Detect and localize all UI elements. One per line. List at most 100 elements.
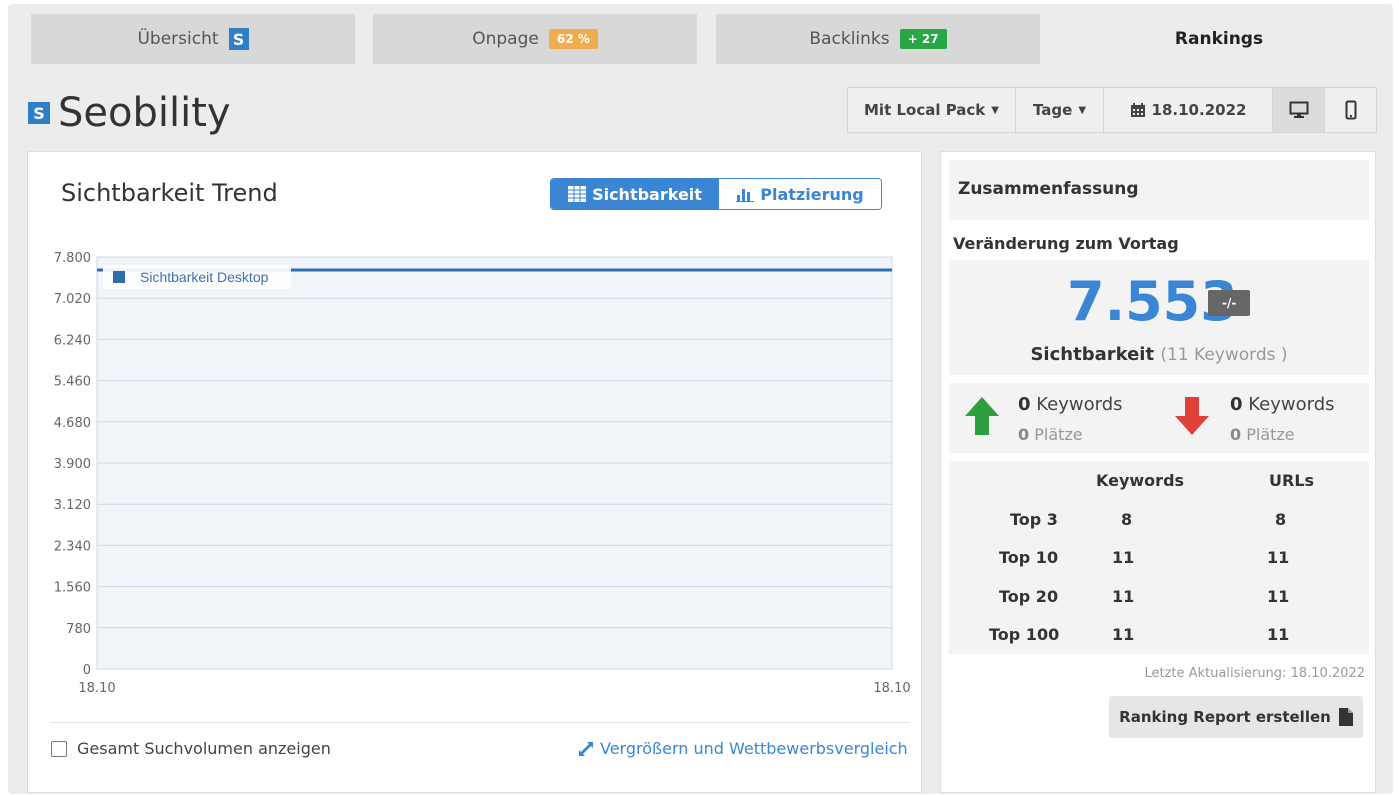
tab-backlinks[interactable]: Backlinks + 27 — [716, 14, 1040, 64]
table-header-urls: URLs — [1269, 471, 1315, 490]
tab-label: Rankings — [1174, 29, 1264, 49]
panel-divider — [50, 722, 910, 723]
up-keywords: 0 Keywords — [1018, 394, 1123, 415]
last-update-text: Letzte Aktualisierung: 18.10.2022 — [1144, 666, 1365, 681]
y-tick-label: 2.340 — [54, 539, 91, 554]
up-places-label: Plätze — [1034, 425, 1083, 444]
row-keywords: 8 — [1121, 510, 1133, 529]
document-icon — [1338, 708, 1353, 726]
enlarge-compare-link[interactable]: Vergrößern und Wettbewerbsvergleich — [578, 739, 908, 758]
y-tick-label: 0 — [83, 663, 91, 678]
visibility-score-label: Sichtbarkeit (11 Keywords ) — [949, 344, 1369, 365]
visibility-mode-button[interactable]: Sichtbarkeit — [551, 179, 719, 209]
summary-subtitle: Veränderung zum Vortag — [953, 234, 1179, 253]
row-urls: 8 — [1275, 510, 1287, 529]
tab-onpage[interactable]: Onpage 62 % — [373, 14, 697, 64]
row-urls: 11 — [1267, 548, 1290, 567]
seobility-logo-icon: S — [228, 28, 249, 50]
row-label: Top 20 — [999, 587, 1059, 606]
chart-mode-toggle: Sichtbarkeit Platzierung — [550, 178, 882, 210]
up-places-count: 0 — [1018, 425, 1030, 444]
chart-panel-title: Sichtbarkeit Trend — [61, 179, 278, 207]
down-keywords: 0 Keywords — [1230, 394, 1335, 415]
caret-down-icon: ▼ — [991, 104, 999, 116]
y-tick-label: 7.020 — [54, 292, 91, 307]
tab-label: Übersicht — [137, 29, 219, 49]
y-tick-label: 1.560 — [54, 581, 91, 596]
y-tick-label: 4.680 — [54, 416, 91, 431]
x-tick-label: 18.10 — [78, 681, 115, 696]
keyword-movement-box: 0 Keywords 0 Plätze 0 Keywords 0 Plätze — [949, 383, 1369, 453]
top-rankings-table: Keywords URLs Top 3 8 8 Top 10 11 11 Top… — [949, 461, 1369, 654]
up-places: 0 Plätze — [1018, 425, 1083, 444]
summary-panel: Zusammenfassung Veränderung zum Vortag 7… — [940, 151, 1376, 793]
onpage-score-badge: 62 % — [548, 29, 598, 49]
down-places: 0 Plätze — [1230, 425, 1295, 444]
row-urls: 11 — [1267, 587, 1290, 606]
arrow-down-icon — [1175, 397, 1209, 435]
table-header-keywords: Keywords — [1096, 471, 1185, 490]
project-logo: S Seobility — [28, 90, 231, 136]
ranking-toolbar: Mit Local Pack ▼ Tage ▼ 18.10.2022 — [847, 87, 1377, 133]
up-keywords-count: 0 — [1018, 394, 1031, 415]
visibility-label: Sichtbarkeit — [1030, 344, 1155, 365]
arrow-up-icon — [965, 397, 999, 435]
y-tick-label: 7.800 — [54, 251, 91, 266]
bar-chart-icon — [736, 189, 755, 202]
placement-mode-button[interactable]: Platzierung — [719, 179, 881, 209]
table-icon — [568, 186, 587, 202]
x-tick-label: 18.10 — [873, 681, 910, 696]
visibility-score-box: 7.553 -/- Sichtbarkeit (11 Keywords ) — [949, 260, 1369, 375]
down-places-label: Plätze — [1246, 425, 1295, 444]
ranking-report-button[interactable]: Ranking Report erstellen — [1109, 696, 1363, 738]
change-badge: -/- — [1208, 290, 1251, 316]
legend-swatch — [113, 271, 125, 283]
checkbox-box[interactable] — [51, 740, 67, 757]
expand-icon — [579, 741, 593, 756]
row-urls: 11 — [1267, 625, 1290, 644]
mobile-icon — [1345, 100, 1356, 120]
tab-label: Onpage — [472, 29, 539, 49]
caret-down-icon: ▼ — [1078, 104, 1087, 116]
visibility-trend-panel: Sichtbarkeit Trend Sichtbarkeit Platzier… — [27, 151, 922, 793]
period-label: Tage — [1032, 101, 1073, 119]
local-pack-dropdown[interactable]: Mit Local Pack ▼ — [847, 87, 1016, 133]
y-tick-label: 3.900 — [54, 457, 91, 472]
row-keywords: 11 — [1112, 625, 1135, 644]
mobile-toggle[interactable] — [1324, 87, 1377, 133]
row-label: Top 10 — [999, 548, 1059, 567]
enlarge-compare-label: Vergrößern und Wettbewerbsvergleich — [600, 739, 908, 758]
summary-title: Zusammenfassung — [949, 160, 1369, 220]
backlinks-count-badge: + 27 — [899, 29, 947, 49]
y-tick-label: 5.460 — [54, 375, 91, 390]
keyword-count-note: (11 Keywords ) — [1160, 345, 1288, 365]
legend-label: Sichtbarkeit Desktop — [140, 269, 269, 285]
visibility-line-chart: 7.800 7.020 6.240 5.460 4.680 3.900 3.120 2.340… — [54, 251, 911, 696]
search-volume-label: Gesamt Suchvolumen anzeigen — [77, 739, 331, 758]
ranking-report-label: Ranking Report erstellen — [1119, 708, 1331, 726]
date-picker[interactable]: 18.10.2022 — [1103, 87, 1273, 133]
visibility-mode-label: Sichtbarkeit — [592, 184, 702, 204]
row-keywords: 11 — [1112, 587, 1135, 606]
y-tick-label: 6.240 — [54, 333, 91, 348]
desktop-toggle[interactable] — [1272, 87, 1325, 133]
down-places-count: 0 — [1230, 425, 1242, 444]
calendar-icon — [1130, 103, 1145, 117]
period-dropdown[interactable]: Tage ▼ — [1015, 87, 1104, 133]
row-label: Top 3 — [1010, 510, 1058, 529]
up-keywords-label: Keywords — [1036, 394, 1123, 415]
row-keywords: 11 — [1112, 548, 1135, 567]
row-label: Top 100 — [989, 625, 1060, 644]
placement-mode-label: Platzierung — [760, 184, 864, 204]
tab-rankings[interactable]: Rankings — [1058, 14, 1380, 64]
down-keywords-count: 0 — [1230, 394, 1243, 415]
local-pack-label: Mit Local Pack — [864, 101, 986, 119]
y-tick-label: 780 — [66, 622, 91, 637]
tab-label: Backlinks — [809, 29, 890, 49]
tab-uebersicht[interactable]: Übersicht S — [31, 14, 355, 64]
search-volume-checkbox[interactable]: Gesamt Suchvolumen anzeigen — [51, 739, 331, 758]
date-label: 18.10.2022 — [1151, 101, 1247, 119]
y-tick-label: 3.120 — [54, 498, 91, 513]
down-keywords-label: Keywords — [1248, 394, 1335, 415]
project-name: Seobility — [58, 90, 231, 136]
